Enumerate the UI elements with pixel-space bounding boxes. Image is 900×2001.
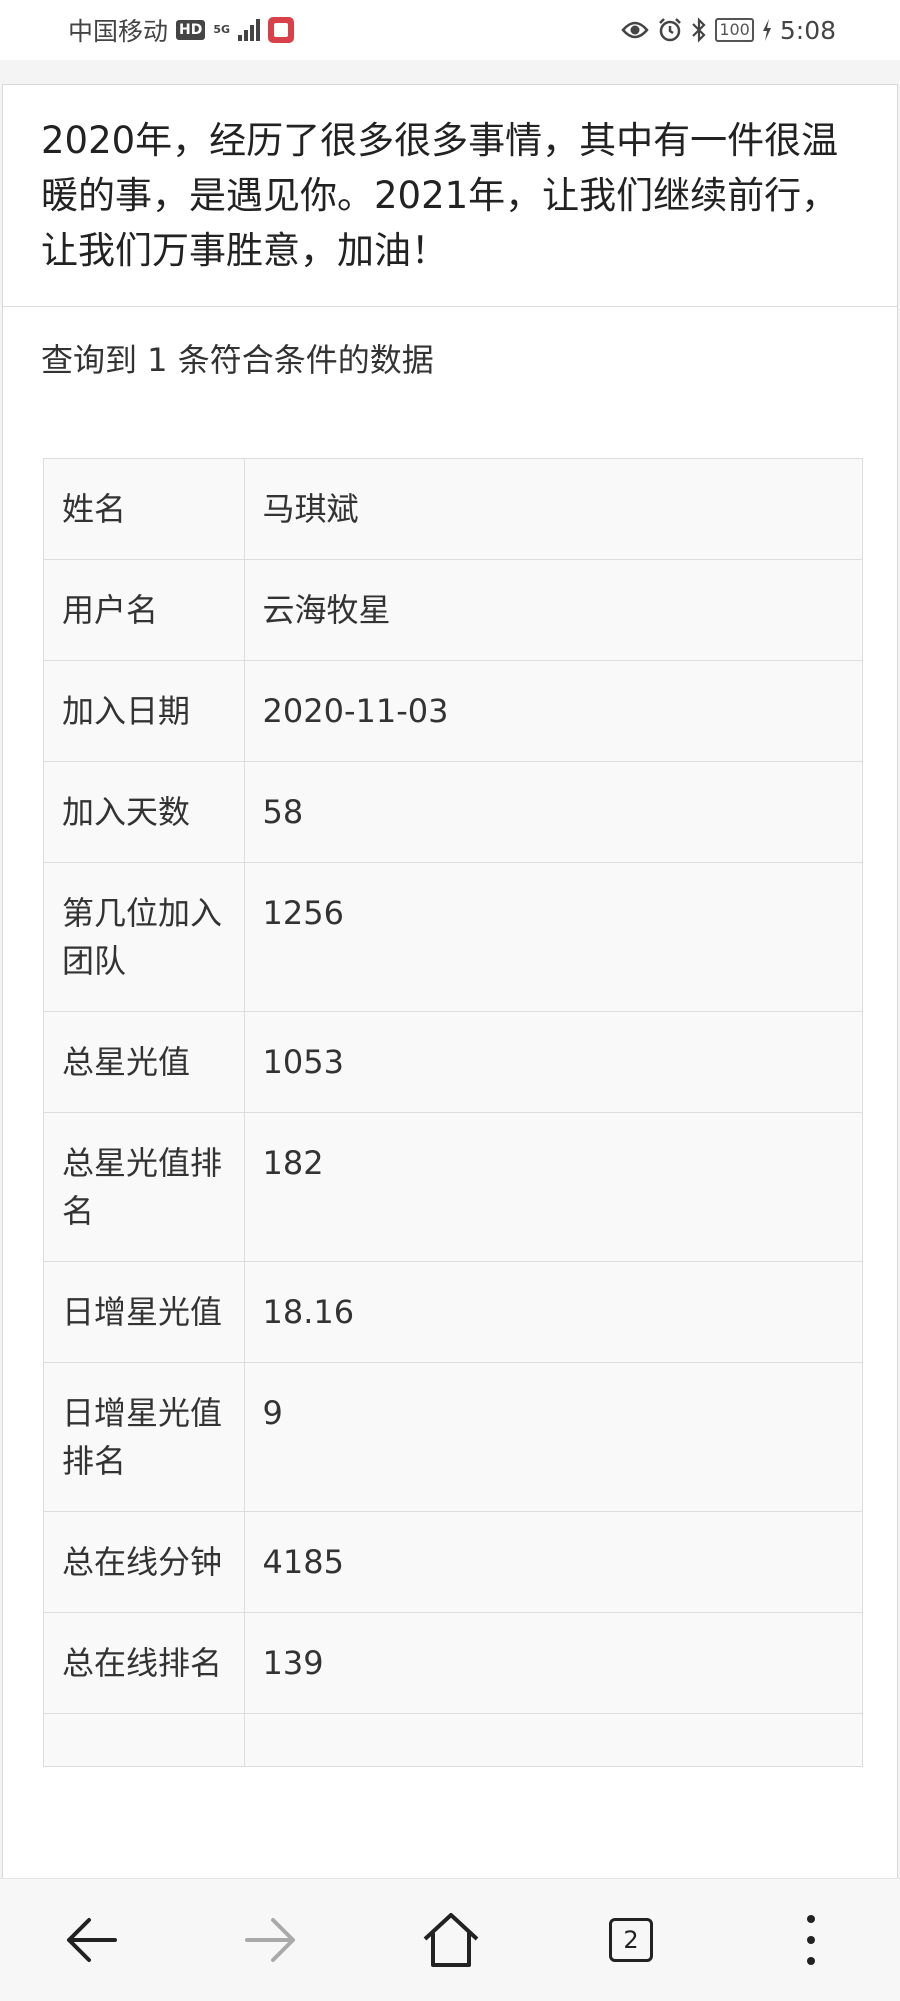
row-value: 18.16 (243, 1261, 864, 1363)
row-label (43, 1713, 245, 1767)
eye-icon (621, 21, 649, 39)
row-label: 总在线排名 (43, 1612, 245, 1714)
row-label: 总在线分钟 (43, 1511, 245, 1613)
table-row: 第几位加入团队 1256 (43, 862, 864, 1012)
status-left: 中国移动 HD 5G (68, 12, 295, 48)
row-label: 加入日期 (43, 660, 245, 762)
row-label: 用户名 (43, 559, 245, 661)
forward-button[interactable] (236, 1905, 306, 1975)
alarm-icon (659, 18, 682, 42)
row-value: 139 (243, 1612, 864, 1714)
row-value: 1256 (243, 862, 864, 1012)
more-menu-button[interactable] (776, 1905, 846, 1975)
row-value: 马琪斌 (243, 458, 864, 560)
table-row: 姓名 马琪斌 (43, 458, 864, 560)
clock-time: 5:08 (779, 15, 836, 45)
book-app-icon (268, 17, 295, 43)
tabs-button[interactable]: 2 (596, 1905, 666, 1975)
row-value (243, 1713, 864, 1767)
table-row: 总星光值排名 182 (43, 1112, 864, 1262)
table-row: 用户名 云海牧星 (43, 559, 864, 661)
table-row: 总在线分钟 4185 (43, 1511, 864, 1613)
row-label: 第几位加入团队 (43, 862, 245, 1012)
row-value: 58 (243, 761, 864, 863)
row-value: 2020-11-03 (243, 660, 864, 762)
user-data-table: 姓名 马琪斌 用户名 云海牧星 加入日期 2020-11-03 加入天数 58 第几位加入团队 1… (43, 458, 864, 1767)
home-button[interactable] (416, 1905, 486, 1975)
table-row: 日增星光值排名 9 (43, 1362, 864, 1512)
tabs-icon: 2 (609, 1918, 653, 1962)
browser-nav-bar: 2 (0, 1878, 900, 2001)
row-value: 9 (243, 1362, 864, 1512)
bluetooth-icon (692, 17, 706, 43)
row-label: 总星光值排名 (43, 1112, 245, 1262)
row-label: 日增星光值 (43, 1261, 245, 1363)
table-row: 总星光值 1053 (43, 1011, 864, 1113)
row-value: 182 (243, 1112, 864, 1262)
charging-icon (762, 19, 771, 41)
table-row: 加入天数 58 (43, 761, 864, 863)
more-vertical-icon (807, 1915, 815, 1965)
home-icon (423, 1913, 479, 1967)
network-type: 5G (213, 23, 231, 36)
hd-badge: HD (176, 20, 206, 40)
table-row: 日增星光值 18.16 (43, 1261, 864, 1363)
row-value: 云海牧星 (243, 559, 864, 661)
table-row: 加入日期 2020-11-03 (43, 660, 864, 762)
back-button[interactable] (56, 1905, 126, 1975)
battery-icon: 100 (715, 18, 754, 42)
content-card: 2020年，经历了很多很多事情，其中有一件很温暖的事，是遇见你。2021年，让我… (2, 84, 898, 2000)
back-arrow-icon (67, 1918, 117, 1962)
result-count-text: 查询到 1 条符合条件的数据 (41, 341, 434, 379)
greeting-message: 2020年，经历了很多很多事情，其中有一件很温暖的事，是遇见你。2021年，让我… (3, 85, 897, 307)
forward-arrow-icon (245, 1918, 295, 1962)
row-value: 4185 (243, 1511, 864, 1613)
row-label: 日增星光值排名 (43, 1362, 245, 1512)
status-right: 100 5:08 (621, 16, 836, 45)
row-label: 总星光值 (43, 1011, 245, 1113)
row-label: 姓名 (43, 458, 245, 560)
table-row (43, 1713, 864, 1767)
table-row: 总在线排名 139 (43, 1612, 864, 1714)
row-value: 1053 (243, 1011, 864, 1113)
carrier-name: 中国移动 (68, 17, 169, 46)
signal-icon (238, 19, 261, 41)
status-bar: 中国移动 HD 5G 100 5:08 (0, 0, 900, 60)
row-label: 加入天数 (43, 761, 245, 863)
